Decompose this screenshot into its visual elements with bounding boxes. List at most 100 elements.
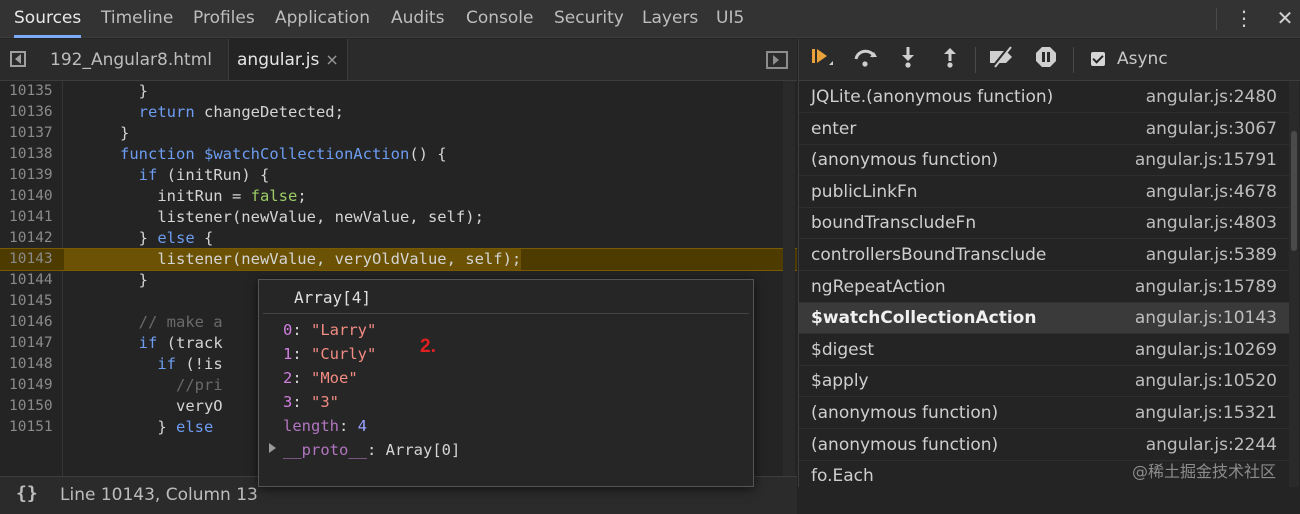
- property-separator: :: [292, 345, 312, 363]
- call-frame[interactable]: boundTranscludeFn angular.js:4803: [799, 208, 1289, 240]
- tab-security[interactable]: Security: [554, 0, 624, 38]
- close-icon[interactable]: ✕: [1273, 0, 1297, 38]
- code-line[interactable]: 10141 listener(newValue, newValue, self)…: [0, 207, 797, 228]
- tab-console[interactable]: Console: [466, 0, 534, 38]
- line-number[interactable]: 10150: [9, 396, 61, 417]
- file-tab-192-angular8-html[interactable]: 192_Angular8.html: [50, 39, 212, 80]
- popover-property: 3: "3": [283, 390, 339, 414]
- property-separator: :: [339, 417, 358, 435]
- call-frame[interactable]: (anonymous function) angular.js:15321: [799, 398, 1289, 429]
- call-frame-location[interactable]: angular.js:10520: [1135, 366, 1277, 397]
- call-frame-location[interactable]: angular.js:2244: [1146, 430, 1277, 461]
- property-key: 1: [283, 345, 293, 363]
- code-text: }: [64, 82, 148, 100]
- call-frame[interactable]: enter angular.js:3067: [799, 114, 1289, 145]
- debugger-toolbar: Async: [799, 39, 1300, 81]
- line-number[interactable]: 10140: [9, 186, 61, 207]
- code-text: initRun = false;: [64, 187, 307, 205]
- toggle-navigator-icon[interactable]: [10, 51, 26, 67]
- property-separator: :: [292, 321, 312, 339]
- code-line[interactable]: 10138 function $watchCollectionAction() …: [0, 144, 797, 165]
- tab-profiles[interactable]: Profiles: [193, 0, 255, 38]
- code-text: return changeDetected;: [138, 103, 344, 121]
- tab-audits[interactable]: Audits: [391, 0, 444, 38]
- call-frame[interactable]: (anonymous function) angular.js:2244: [799, 430, 1289, 461]
- property-separator: :: [292, 393, 312, 411]
- call-frame-location[interactable]: angular.js:2480: [1146, 82, 1277, 113]
- line-number[interactable]: 10148: [9, 354, 61, 375]
- call-frame-location[interactable]: angular.js:10269: [1135, 335, 1277, 366]
- popover-property: 2: "Moe": [283, 366, 358, 390]
- code-line[interactable]: 10137 }: [0, 123, 797, 144]
- step-out-icon[interactable]: [935, 45, 965, 75]
- call-frame-location[interactable]: angular.js:4803: [1146, 208, 1277, 239]
- call-frame[interactable]: JQLite.(anonymous function) angular.js:24…: [799, 82, 1289, 113]
- code-line[interactable]: 10136 return changeDetected;: [0, 102, 797, 123]
- more-vertical-icon[interactable]: ⋮: [1232, 0, 1256, 38]
- call-frame[interactable]: ngRepeatAction angular.js:15789: [799, 272, 1289, 303]
- code-text: } else: [64, 418, 214, 436]
- call-frame-location[interactable]: angular.js:15791: [1135, 145, 1277, 176]
- line-number[interactable]: 10138: [9, 144, 61, 165]
- popover-divider: [263, 313, 749, 314]
- deactivate-breakpoints-icon[interactable]: [987, 45, 1017, 75]
- call-frame-location[interactable]: angular.js:10143: [1135, 303, 1277, 334]
- line-number[interactable]: 10151: [9, 417, 61, 438]
- expand-proto-icon[interactable]: [269, 443, 276, 453]
- line-number[interactable]: 10144: [9, 270, 61, 291]
- async-checkbox[interactable]: [1091, 52, 1105, 66]
- tab-timeline[interactable]: Timeline: [101, 0, 173, 38]
- call-frame-location[interactable]: angular.js:15321: [1135, 398, 1277, 429]
- line-number[interactable]: 10146: [9, 312, 61, 333]
- step-over-icon[interactable]: [851, 45, 881, 75]
- line-number[interactable]: 10145: [9, 291, 61, 312]
- property-value: "Larry": [311, 321, 377, 339]
- code-text: if (initRun) {: [138, 166, 270, 184]
- call-frame-location[interactable]: angular.js:5389: [1146, 240, 1277, 271]
- toggle-debugger-icon[interactable]: [766, 51, 788, 69]
- line-number[interactable]: 10141: [9, 207, 61, 228]
- call-frame[interactable]: (anonymous function) angular.js:15791: [799, 145, 1289, 177]
- pretty-print-button[interactable]: {}: [16, 483, 38, 504]
- call-frame[interactable]: controllersBoundTransclude angular.js:538…: [799, 240, 1289, 271]
- object-preview-popover: Array[4] 0: "Larry" 1: "Curly" 2: "Moe" 3: …: [258, 279, 754, 487]
- tab-application[interactable]: Application: [275, 0, 370, 38]
- line-number[interactable]: 10136: [9, 102, 61, 123]
- call-frame-location[interactable]: angular.js:15789: [1135, 272, 1277, 303]
- tab-layers[interactable]: Layers: [642, 0, 698, 38]
- call-frame-selected[interactable]: $watchCollectionAction angular.js:10143: [799, 303, 1289, 335]
- file-tab-angular-js[interactable]: angular.js ×: [228, 39, 348, 80]
- call-frame[interactable]: publicLinkFn angular.js:4678: [799, 177, 1289, 208]
- line-number[interactable]: 10142: [9, 228, 61, 249]
- code-text: if (!is: [157, 355, 223, 373]
- call-stack-scrollbar-thumb[interactable]: [1291, 131, 1297, 251]
- call-frame-location[interactable]: angular.js:4678: [1146, 177, 1277, 208]
- tab-ui5[interactable]: UI5: [716, 0, 744, 38]
- property-value: Array[0]: [385, 441, 461, 459]
- file-tab-label: angular.js: [237, 50, 320, 70]
- property-value: "3": [311, 393, 340, 411]
- editor-scrollbar[interactable]: [783, 81, 795, 476]
- code-line[interactable]: 10140 initRun = false;: [0, 186, 797, 207]
- call-frame[interactable]: $digest angular.js:10269: [799, 335, 1289, 366]
- line-number[interactable]: 10139: [9, 165, 61, 186]
- step-into-icon[interactable]: [893, 45, 923, 75]
- call-frame[interactable]: $apply angular.js:10520: [799, 366, 1289, 398]
- code-line[interactable]: 10139 if (initRun) {: [0, 165, 797, 186]
- code-text: //pri: [64, 376, 223, 394]
- line-number[interactable]: 10149: [9, 375, 61, 396]
- code-line[interactable]: 10135 }: [0, 81, 797, 102]
- call-frame-location[interactable]: angular.js:3067: [1146, 114, 1277, 145]
- annotation-label: 2.: [420, 336, 436, 357]
- line-number[interactable]: 10137: [9, 123, 61, 144]
- resume-icon[interactable]: [807, 45, 837, 75]
- line-number[interactable]: 10143: [9, 249, 61, 270]
- pause-on-exceptions-icon[interactable]: [1031, 45, 1061, 75]
- tab-sources[interactable]: Sources: [14, 0, 82, 38]
- code-line[interactable]: 10142 } else {: [0, 228, 797, 249]
- line-number[interactable]: 10135: [9, 81, 61, 102]
- code-line-paused[interactable]: 10143 listener(newValue, veryOldValue, s…: [0, 248, 797, 271]
- line-number[interactable]: 10147: [9, 333, 61, 354]
- property-separator: :: [367, 441, 386, 459]
- close-tab-icon[interactable]: ×: [325, 50, 338, 69]
